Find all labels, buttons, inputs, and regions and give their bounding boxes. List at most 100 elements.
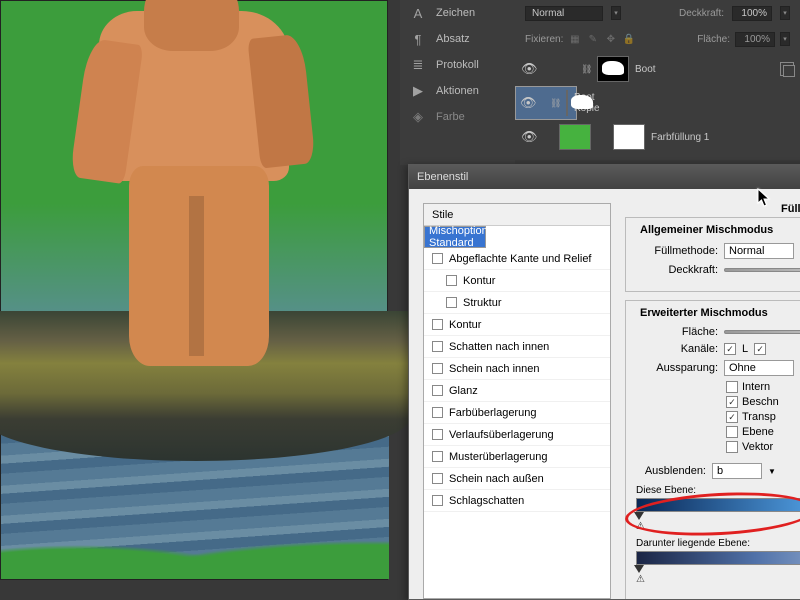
style-checkbox[interactable] [432, 253, 443, 264]
style-option[interactable]: Musterüberlagerung [424, 446, 610, 468]
layer-name[interactable]: Boot [635, 64, 656, 75]
slider-handle-black[interactable] [634, 565, 644, 573]
visibility-icon[interactable]: 👁 [521, 129, 537, 145]
vector-mask-checkbox[interactable] [726, 441, 738, 453]
cb-label: Beschn [742, 396, 779, 408]
style-option[interactable]: Schein nach außen [424, 468, 610, 490]
style-option[interactable]: Abgeflachte Kante und Relief [424, 248, 610, 270]
panel-character[interactable]: AZeichen [400, 0, 515, 26]
warning-icon: ⚠ [636, 574, 800, 585]
blend-mode-label: Füllmethode: [636, 245, 718, 257]
fill-value[interactable]: 100% [735, 32, 775, 47]
style-option[interactable]: Kontur [424, 270, 610, 292]
opacity-slider[interactable] [724, 268, 800, 272]
style-checkbox[interactable] [432, 319, 443, 330]
style-checkbox[interactable] [432, 341, 443, 352]
style-checkbox[interactable] [432, 429, 443, 440]
knockout-select[interactable]: Ohne [724, 360, 794, 376]
collapsed-panel-dock: AZeichen ¶Absatz ≣Protokoll ▶ Aktionen ◈F… [400, 0, 515, 165]
this-layer-slider[interactable] [636, 498, 800, 512]
mask-thumbnail[interactable] [613, 124, 645, 150]
mask-thumbnail[interactable] [597, 56, 629, 82]
panel-history[interactable]: ≣Protokoll [400, 52, 515, 78]
play-icon: ▶ [410, 83, 426, 99]
document-canvas[interactable] [0, 0, 388, 580]
style-checkbox[interactable] [432, 451, 443, 462]
dropdown-icon[interactable]: ▾ [611, 6, 621, 20]
visibility-icon[interactable]: 👁 [521, 61, 537, 77]
style-option[interactable]: Schlagschatten [424, 490, 610, 512]
image-person [59, 0, 319, 331]
style-checkbox[interactable] [432, 407, 443, 418]
layer-style-dialog: Ebenenstil Stile Mischoptionen: Standard… [408, 164, 800, 600]
underlying-layer-slider[interactable] [636, 551, 800, 565]
internal-effects-checkbox[interactable] [726, 381, 738, 393]
style-option[interactable]: Verlaufsüberlagerung [424, 424, 610, 446]
style-checkbox[interactable] [432, 473, 443, 484]
blend-if-select[interactable]: b [712, 463, 762, 479]
style-option[interactable]: Struktur [424, 292, 610, 314]
layer-thumbnail[interactable] [559, 124, 591, 150]
styles-header: Stile [424, 204, 610, 226]
lock-brush-icon[interactable]: ✎ [586, 33, 599, 46]
style-label: Struktur [463, 297, 502, 309]
lock-all-icon[interactable]: 🔒 [622, 33, 635, 46]
blend-mode-select[interactable]: Normal [525, 6, 603, 21]
layer-row-fill[interactable]: 👁 Farbfüllung 1 [515, 120, 800, 154]
warning-icon: ⚠ [636, 521, 800, 532]
layer-name[interactable]: Farbfüllung 1 [651, 132, 709, 143]
panel-actions[interactable]: ▶ Aktionen [400, 78, 515, 104]
dropdown-icon[interactable]: ▾ [780, 6, 790, 20]
link-icon[interactable]: ⛓ [581, 64, 591, 75]
style-option[interactable]: Mischoptionen: Standard [424, 226, 486, 248]
style-checkbox[interactable] [446, 297, 457, 308]
opacity-value[interactable]: 100% [732, 6, 772, 21]
fill-slider[interactable] [724, 330, 800, 334]
channel-checkbox[interactable] [754, 343, 766, 355]
style-label: Schlagschatten [449, 495, 524, 507]
blend-mode-select[interactable]: Normal [724, 243, 794, 259]
panel-label: Aktionen [436, 85, 479, 97]
cb-label: Vektor [742, 441, 773, 453]
slider-handle-black[interactable] [634, 512, 644, 520]
style-option[interactable]: Kontur [424, 314, 610, 336]
general-blend-group: Allgemeiner Mischmodus Füllmethode: Norm… [625, 217, 800, 292]
this-layer-label: Diese Ebene: [636, 485, 696, 496]
style-label: Schein nach innen [449, 363, 540, 375]
dialog-title: Ebenenstil [417, 171, 468, 183]
style-option[interactable]: Schein nach innen [424, 358, 610, 380]
style-checkbox[interactable] [432, 385, 443, 396]
layer-row-boot[interactable]: 👁 ⛓ Boot [515, 52, 800, 86]
mask-thumbnail[interactable] [566, 90, 568, 116]
cb-label: Intern [742, 381, 770, 393]
layer-mask-checkbox[interactable] [726, 426, 738, 438]
paragraph-icon: ¶ [410, 32, 426, 47]
transparency-checkbox[interactable] [726, 411, 738, 423]
visibility-icon[interactable]: 👁 [520, 95, 536, 111]
image-green-overlay [1, 519, 389, 579]
style-checkbox[interactable] [432, 363, 443, 374]
fill-label: Fläche: [697, 34, 730, 45]
layer-effects-icon[interactable] [780, 62, 794, 76]
style-label: Kontur [449, 319, 481, 331]
dialog-titlebar[interactable]: Ebenenstil [409, 165, 800, 189]
style-option[interactable]: Schatten nach innen [424, 336, 610, 358]
lock-pixels-icon[interactable]: ▦ [568, 33, 581, 46]
panel-color[interactable]: ◈Farbe [400, 104, 515, 130]
panel-paragraph[interactable]: ¶Absatz [400, 26, 515, 52]
mouse-cursor [757, 188, 771, 208]
opacity-label: Deckkraft: [679, 8, 724, 19]
lock-move-icon[interactable]: ✥ [604, 33, 617, 46]
clip-checkbox[interactable] [726, 396, 738, 408]
style-option[interactable]: Farbüberlagerung [424, 402, 610, 424]
style-checkbox[interactable] [432, 495, 443, 506]
style-option[interactable]: Glanz [424, 380, 610, 402]
style-checkbox[interactable] [446, 275, 457, 286]
dropdown-icon[interactable]: ▾ [780, 32, 790, 46]
layer-row-boot-kopie[interactable]: 👁 ⛓ Boot Kopie [515, 86, 577, 120]
channel-l-checkbox[interactable] [724, 343, 736, 355]
panel-label: Protokoll [436, 59, 479, 71]
style-label: Farbüberlagerung [449, 407, 536, 419]
link-icon[interactable]: ⛓ [550, 98, 560, 109]
style-label: Glanz [449, 385, 478, 397]
